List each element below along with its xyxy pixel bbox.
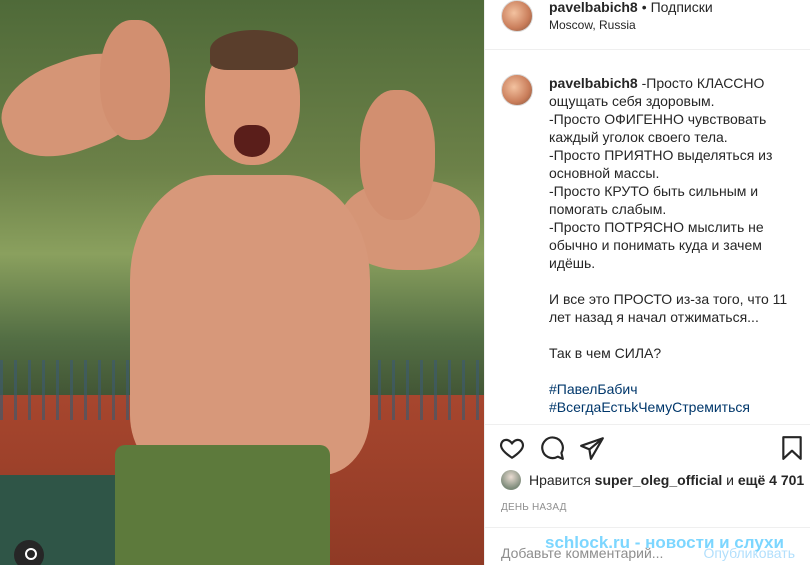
- caption-line: -Просто КРУТО быть сильным и помогать сл…: [549, 183, 762, 217]
- location-link[interactable]: Moscow, Russia: [549, 18, 636, 32]
- follow-status-button[interactable]: Подписки: [651, 0, 713, 15]
- caption-line: ​: [549, 326, 795, 344]
- mouth: [234, 125, 270, 157]
- right-forearm: [360, 90, 435, 220]
- caption-text: pavelbabich8 -Просто КЛАССНО ощущать себ…: [549, 74, 795, 416]
- likes-and: и: [726, 472, 734, 488]
- caption-username[interactable]: pavelbabich8: [549, 75, 638, 91]
- post-timestamp: ДЕНЬ НАЗАД: [501, 502, 567, 513]
- hashtag-link[interactable]: #ВсегдаЕстьkЧемуСтремиться: [549, 398, 795, 416]
- hashtags: #ПавелБабич #ВсегдаЕстьkЧемуСтремиться: [549, 380, 795, 416]
- likes-prefix: Нравится: [529, 472, 591, 488]
- heart-icon[interactable]: [499, 435, 525, 461]
- caption-line: И все это ПРОСТО из-за того, что 11 лет …: [549, 291, 792, 325]
- header-username-row: pavelbabich8 • Подписки: [549, 0, 713, 15]
- hair: [210, 30, 298, 70]
- likes-row: Нравится super_oleg_official и ещё 4 701: [501, 470, 804, 492]
- likes-count-link[interactable]: ещё 4 701: [738, 472, 804, 488]
- post-sidebar: pavelbabich8 • Подписки Moscow, Russia pav…: [484, 0, 810, 565]
- hashtag-link[interactable]: #ПавелБабич: [549, 380, 795, 398]
- shorts: [115, 445, 330, 565]
- left-forearm: [100, 20, 170, 140]
- caption-line: Так в чем СИЛА?: [549, 345, 662, 361]
- caption-line: ​: [549, 362, 795, 380]
- liker-username[interactable]: super_oleg_official: [595, 472, 723, 488]
- action-bar: [485, 424, 810, 468]
- caption-line: pavelbabich8 -Просто КЛАССНО ощущать себ…: [549, 75, 769, 109]
- caption-line: ​: [549, 272, 795, 290]
- caption-avatar[interactable]: [501, 74, 533, 106]
- liker-avatar[interactable]: [501, 470, 521, 490]
- watermark: schlock.ru - новости и слухи: [545, 533, 784, 552]
- tagged-user-icon[interactable]: [14, 540, 44, 565]
- caption-line: -Просто ОФИГЕННО чувствовать каждый угол…: [549, 111, 771, 145]
- header-username[interactable]: pavelbabich8: [549, 0, 638, 15]
- comment-icon[interactable]: [539, 435, 565, 461]
- torso: [130, 175, 370, 475]
- likes-text: Нравится super_oleg_official и ещё 4 701: [529, 472, 804, 488]
- follow-separator: •: [641, 0, 647, 15]
- post-header: pavelbabich8 • Подписки Moscow, Russia: [485, 0, 810, 50]
- share-icon[interactable]: [579, 435, 605, 461]
- caption-line: -Просто ПОТРЯСНО мыслить не обычно и пон…: [549, 219, 768, 271]
- caption-line: -Просто ПРИЯТНО выделяться из основной м…: [549, 147, 777, 181]
- post-photo[interactable]: [0, 0, 484, 565]
- avatar[interactable]: [501, 0, 533, 32]
- bookmark-icon[interactable]: [779, 435, 805, 461]
